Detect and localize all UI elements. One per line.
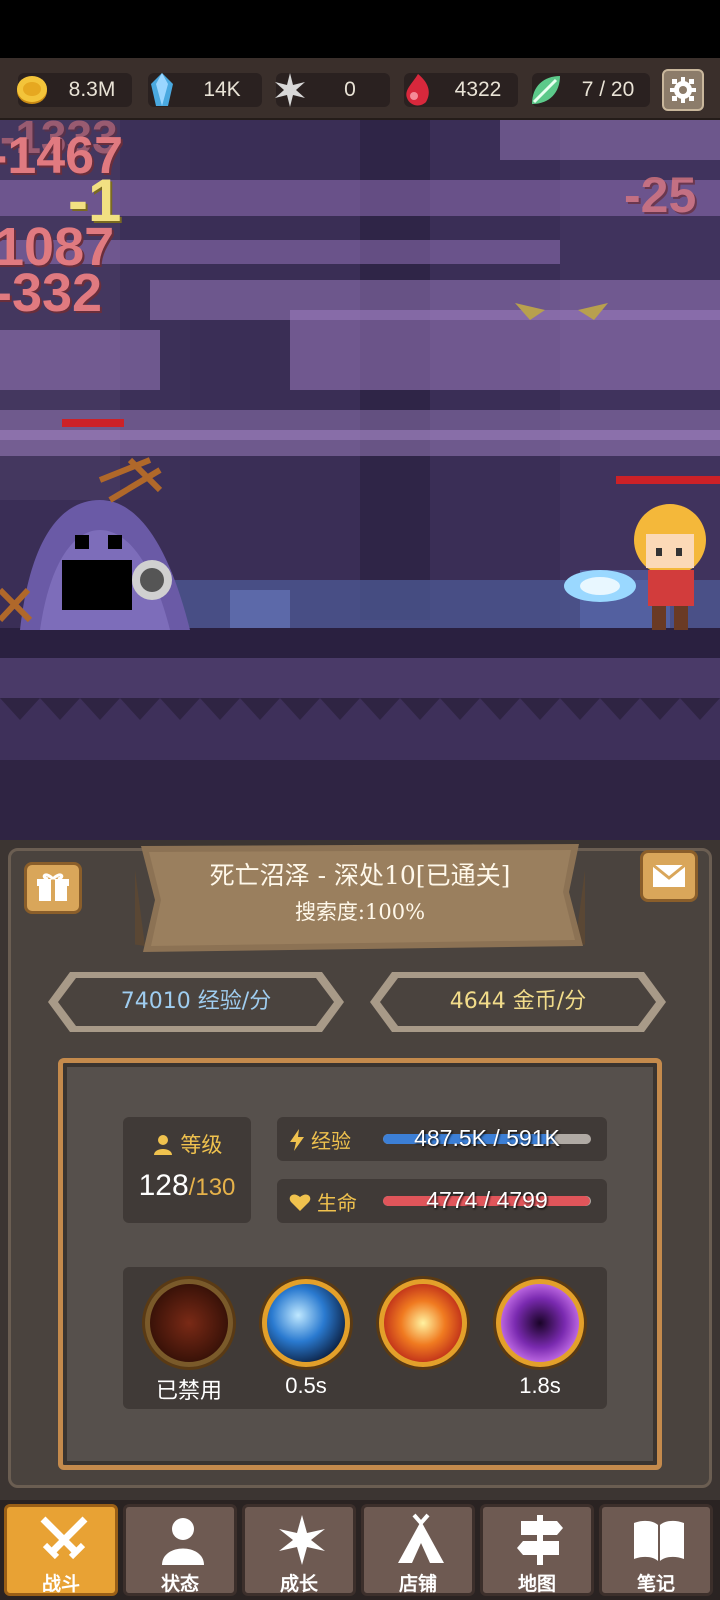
sparkle-icon <box>279 1515 325 1565</box>
hero-hp-bar <box>616 476 720 484</box>
level-value: 128/130 <box>123 1169 251 1203</box>
nav-label: 状态 <box>160 1573 199 1595</box>
damage-number: -332 <box>0 263 103 323</box>
gem-value: 4322 <box>454 78 502 101</box>
gold-value: 8.3M <box>68 78 116 101</box>
gear-icon <box>670 77 696 103</box>
crystal-counter: 14K <box>148 73 262 107</box>
battle-scene[interactable]: -1333 -1467 -1 1087 -332 -25 <box>0 120 720 840</box>
nav-label: 笔记 <box>636 1573 675 1595</box>
bottom-nav: 战斗 状态 成长 店铺 地图 笔记 <box>0 1500 720 1600</box>
nav-status[interactable]: 状态 <box>123 1504 237 1596</box>
damage-number: -25 <box>624 167 697 223</box>
vortex-skill-icon <box>496 1279 584 1367</box>
skill-slot-4[interactable]: 1.8s <box>494 1279 586 1403</box>
energy-counter: 7 / 20 <box>532 73 650 107</box>
level-label: 等级 <box>123 1129 251 1159</box>
hp-row: 生命 4774 / 4799 <box>277 1179 607 1223</box>
gem-counter: 4322 <box>404 73 518 107</box>
nav-label: 店铺 <box>398 1573 437 1595</box>
skill-slot-1[interactable]: 已禁用 <box>143 1279 235 1404</box>
exp-label-text: 经验 <box>311 1129 351 1153</box>
skill-slot-2[interactable]: 0.5s <box>260 1279 352 1403</box>
ice-dash-skill-icon <box>262 1279 350 1367</box>
star-burst-icon <box>275 73 305 107</box>
flame-slash-skill-icon <box>379 1279 467 1367</box>
exp-row: 经验 487.5K / 591K <box>277 1117 607 1161</box>
settings-button[interactable] <box>662 69 704 111</box>
lightning-icon <box>290 1128 304 1151</box>
heart-icon <box>289 1193 311 1211</box>
exp-rate-plate: 74010 经验/分 <box>46 970 346 1034</box>
tent-icon <box>398 1513 444 1563</box>
hero-character[interactable] <box>560 490 720 640</box>
signpost-icon <box>517 1515 563 1565</box>
skill-caption: 0.5s <box>285 1373 327 1398</box>
mail-icon <box>652 863 686 887</box>
person-icon <box>162 1518 204 1565</box>
nav-notes[interactable]: 笔记 <box>599 1504 713 1596</box>
level-label-text: 等级 <box>180 1133 223 1157</box>
ghost-enemy[interactable] <box>0 450 220 640</box>
exp-rate: 74010 经验/分 <box>120 989 272 1014</box>
nav-growth[interactable]: 成长 <box>242 1504 356 1596</box>
info-panel: 死亡沼泽 - 深处10[已通关] 搜索度:100% 74010 经验/分 464… <box>0 840 720 1500</box>
exp-label: 经验 <box>289 1125 351 1154</box>
enemy-hp-bar <box>62 419 124 427</box>
level-box: 等级 128/130 <box>123 1117 251 1223</box>
red-gem-icon <box>406 74 429 106</box>
crossed-swords-icon <box>40 1516 88 1560</box>
gold-rate-plate: 4644 金币/分 <box>368 970 668 1034</box>
blue-crystal-icon <box>151 73 173 106</box>
nav-battle[interactable]: 战斗 <box>4 1504 118 1596</box>
level-max: /130 <box>188 1174 236 1201</box>
gift-icon <box>37 873 69 901</box>
hp-label: 生命 <box>289 1187 357 1216</box>
nav-label: 战斗 <box>41 1573 80 1595</box>
skill-caption: 1.8s <box>519 1373 561 1398</box>
location-title: 死亡沼泽 - 深处10[已通关] <box>209 861 511 890</box>
nav-label: 地图 <box>517 1573 556 1595</box>
gold-rate: 4644 金币/分 <box>449 989 587 1014</box>
exp-value: 487.5K / 591K <box>414 1125 560 1151</box>
character-stats: 等级 128/130 经验 487.5K / 591K 生命 4774 / 47… <box>58 1058 662 1470</box>
fire-skill-icon <box>145 1279 233 1367</box>
nav-shop[interactable]: 店铺 <box>361 1504 475 1596</box>
skill-slot-3[interactable] <box>377 1279 469 1403</box>
resource-bar: 8.3M 14K 0 4322 7 / 20 <box>0 58 720 120</box>
person-icon <box>153 1135 172 1155</box>
system-status-bar <box>0 0 720 58</box>
gold-coin-icon <box>17 76 47 104</box>
hp-label-text: 生命 <box>317 1191 357 1215</box>
gift-button[interactable] <box>24 862 82 914</box>
star-value: 0 <box>344 78 356 101</box>
nav-map[interactable]: 地图 <box>480 1504 594 1596</box>
nav-label: 成长 <box>279 1573 318 1595</box>
hp-value: 4774 / 4799 <box>426 1187 548 1213</box>
crystal-value: 14K <box>203 78 241 101</box>
skill-bar: 已禁用 0.5s 1.8s <box>123 1267 607 1409</box>
book-icon <box>634 1520 684 1561</box>
energy-value: 7 / 20 <box>581 78 635 101</box>
green-leaf-icon <box>532 76 560 104</box>
star-counter: 0 <box>275 73 390 107</box>
gold-counter: 8.3M <box>17 73 132 107</box>
mail-button[interactable] <box>640 850 698 902</box>
skill-caption: 已禁用 <box>155 1379 222 1404</box>
level-current: 128 <box>138 1169 189 1202</box>
search-progress: 搜索度:100% <box>294 900 426 924</box>
